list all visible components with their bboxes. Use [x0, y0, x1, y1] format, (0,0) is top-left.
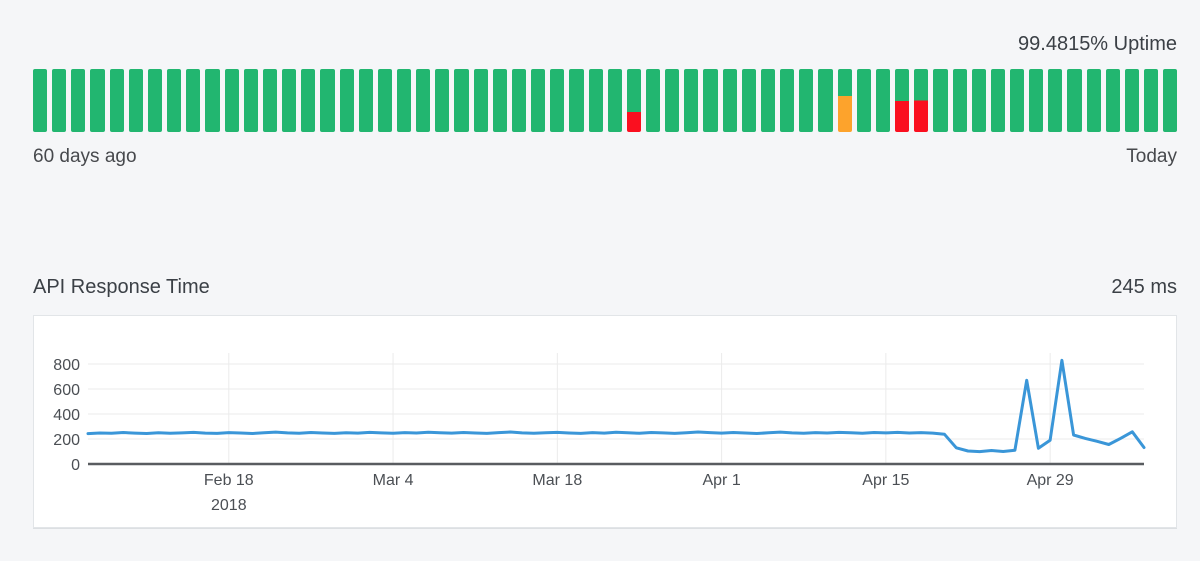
- uptime-bar[interactable]: [972, 69, 986, 132]
- uptime-bar[interactable]: [1048, 69, 1062, 132]
- uptime-bar[interactable]: [531, 69, 545, 132]
- svg-text:Apr 29: Apr 29: [1027, 472, 1074, 489]
- uptime-bar[interactable]: [895, 69, 909, 132]
- response-time-title: API Response Time: [33, 273, 210, 301]
- status-page: 99.4815% Uptime 60 days ago Today API Re…: [0, 0, 1200, 528]
- uptime-bar[interactable]: [340, 69, 354, 132]
- uptime-bar[interactable]: [1087, 69, 1101, 132]
- uptime-bar[interactable]: [435, 69, 449, 132]
- svg-text:Apr 1: Apr 1: [702, 472, 740, 489]
- uptime-bar[interactable]: [378, 69, 392, 132]
- uptime-bar[interactable]: [742, 69, 756, 132]
- uptime-bar[interactable]: [416, 69, 430, 132]
- uptime-bar[interactable]: [933, 69, 947, 132]
- svg-text:Mar 18: Mar 18: [532, 472, 582, 489]
- svg-text:600: 600: [53, 382, 80, 399]
- uptime-bar[interactable]: [110, 69, 124, 132]
- uptime-bar[interactable]: [608, 69, 622, 132]
- uptime-bar[interactable]: [454, 69, 468, 132]
- svg-text:Apr 15: Apr 15: [862, 472, 909, 489]
- uptime-bar[interactable]: [991, 69, 1005, 132]
- uptime-bar[interactable]: [818, 69, 832, 132]
- uptime-bar[interactable]: [205, 69, 219, 132]
- uptime-bar[interactable]: [589, 69, 603, 132]
- response-time-header: API Response Time 245 ms: [33, 273, 1177, 301]
- uptime-bar[interactable]: [914, 69, 928, 132]
- uptime-bar[interactable]: [780, 69, 794, 132]
- uptime-bar[interactable]: [129, 69, 143, 132]
- uptime-bar[interactable]: [512, 69, 526, 132]
- response-time-chart[interactable]: 0 200 400 600 800 Feb 18 2018 Mar 4 Mar 18 Apr 1 A…: [34, 316, 1176, 527]
- svg-text:Mar 4: Mar 4: [373, 472, 414, 489]
- uptime-range-end-label: Today: [1126, 144, 1177, 170]
- uptime-bar[interactable]: [723, 69, 737, 132]
- svg-text:0: 0: [71, 457, 80, 474]
- response-time-current-value: 245 ms: [1111, 273, 1177, 301]
- uptime-bar[interactable]: [52, 69, 66, 132]
- uptime-bar[interactable]: [684, 69, 698, 132]
- uptime-bar[interactable]: [1125, 69, 1139, 132]
- uptime-bar[interactable]: [703, 69, 717, 132]
- uptime-bar[interactable]: [1010, 69, 1024, 132]
- uptime-bar[interactable]: [627, 69, 641, 132]
- uptime-bar[interactable]: [1106, 69, 1120, 132]
- uptime-bar[interactable]: [359, 69, 373, 132]
- uptime-bar[interactable]: [71, 69, 85, 132]
- uptime-bar[interactable]: [244, 69, 258, 132]
- svg-text:200: 200: [53, 432, 80, 449]
- uptime-bar[interactable]: [799, 69, 813, 132]
- uptime-bar[interactable]: [148, 69, 162, 132]
- uptime-bar[interactable]: [33, 69, 47, 132]
- uptime-bar[interactable]: [474, 69, 488, 132]
- uptime-bar[interactable]: [90, 69, 104, 132]
- uptime-bar[interactable]: [301, 69, 315, 132]
- svg-text:Feb 18: Feb 18: [204, 472, 254, 489]
- svg-text:400: 400: [53, 407, 80, 424]
- svg-text:800: 800: [53, 357, 80, 374]
- uptime-bar[interactable]: [1163, 69, 1177, 132]
- uptime-bar[interactable]: [1067, 69, 1081, 132]
- uptime-bar[interactable]: [493, 69, 507, 132]
- uptime-bar[interactable]: [646, 69, 660, 132]
- uptime-bars: [33, 69, 1177, 132]
- uptime-bar[interactable]: [225, 69, 239, 132]
- uptime-bar[interactable]: [665, 69, 679, 132]
- uptime-bar[interactable]: [761, 69, 775, 132]
- uptime-bar[interactable]: [167, 69, 181, 132]
- uptime-bar[interactable]: [857, 69, 871, 132]
- uptime-range-row: 60 days ago Today: [33, 144, 1177, 170]
- svg-text:2018: 2018: [211, 497, 247, 514]
- response-time-chart-card[interactable]: 0 200 400 600 800 Feb 18 2018 Mar 4 Mar 18 Apr 1 A…: [33, 315, 1177, 528]
- uptime-bar[interactable]: [263, 69, 277, 132]
- uptime-bar[interactable]: [876, 69, 890, 132]
- uptime-bar[interactable]: [397, 69, 411, 132]
- uptime-bar[interactable]: [282, 69, 296, 132]
- uptime-bar[interactable]: [550, 69, 564, 132]
- uptime-bar[interactable]: [1029, 69, 1043, 132]
- uptime-bar[interactable]: [569, 69, 583, 132]
- uptime-bar[interactable]: [186, 69, 200, 132]
- uptime-range-start-label: 60 days ago: [33, 144, 137, 170]
- uptime-summary: 99.4815% Uptime: [33, 30, 1177, 58]
- uptime-bar[interactable]: [838, 69, 852, 132]
- uptime-bar[interactable]: [320, 69, 334, 132]
- uptime-bar[interactable]: [953, 69, 967, 132]
- uptime-bar[interactable]: [1144, 69, 1158, 132]
